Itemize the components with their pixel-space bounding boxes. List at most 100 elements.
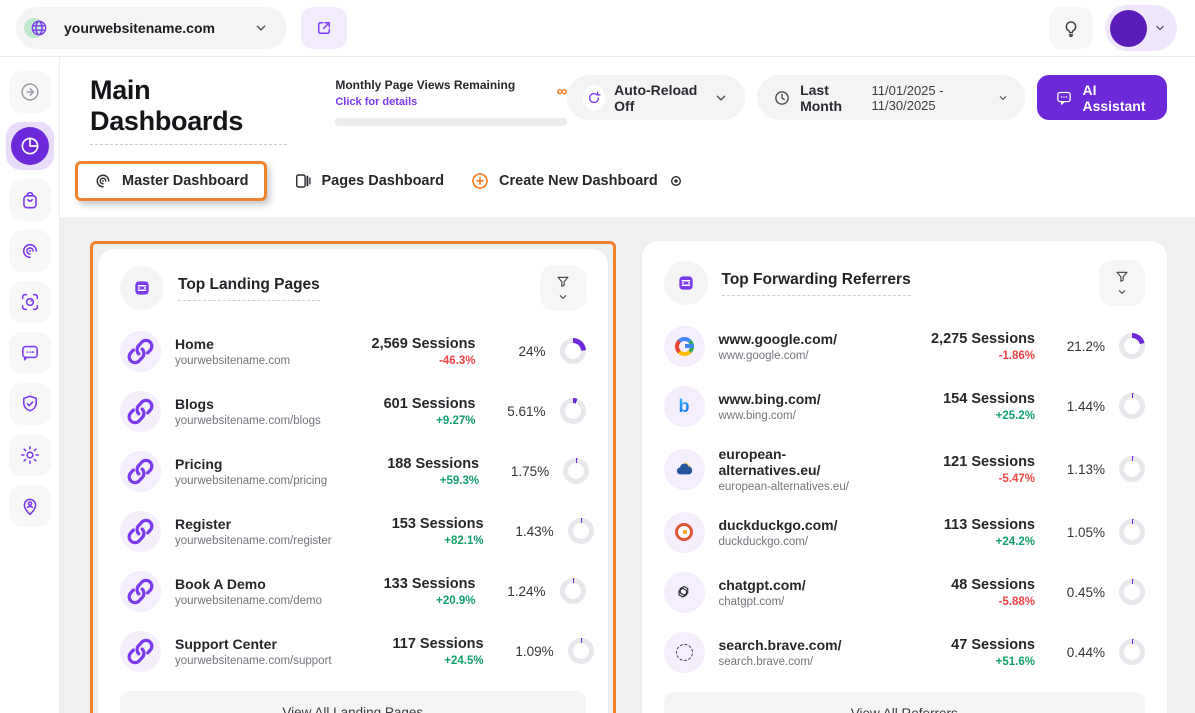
item-title: Support Center (175, 636, 332, 652)
item-subtitle: duckduckgo.com/ (719, 536, 884, 548)
bing-favicon: b (664, 386, 705, 427)
list-item[interactable]: search.brave.com/search.brave.com/47 Ses… (664, 622, 1146, 682)
date-range-picker[interactable]: Last Month 11/01/2025 - 11/30/2025 (757, 75, 1025, 120)
sidebar-item-behavior-spiral[interactable] (9, 230, 51, 272)
link-icon (120, 331, 161, 372)
list-item[interactable]: bwww.bing.com/www.bing.com/154 Sessions+… (664, 376, 1146, 436)
sidebar-item-ecommerce-bag[interactable] (9, 179, 51, 221)
change-percent: +24.5% (346, 655, 484, 667)
website-globe-icon (26, 15, 52, 41)
list-item[interactable]: Support Center yourwebsitename.com/suppor… (120, 621, 586, 681)
open-website-button[interactable] (301, 7, 347, 49)
link-icon (120, 451, 161, 492)
tab-label: Master Dashboard (122, 173, 249, 189)
donut-chart (560, 338, 586, 364)
link-icon (120, 511, 161, 552)
card-title: Top Landing Pages (178, 276, 320, 301)
tab-create-new-dashboard[interactable]: Create New Dashboard (470, 171, 683, 191)
sessions-count: 121 Sessions (897, 454, 1035, 470)
pageviews-details-link[interactable]: Click for details (335, 96, 417, 108)
view-all-referrers-button[interactable]: View All Referrers (664, 692, 1146, 713)
donut-chart (1119, 579, 1145, 605)
sidebar-item-location-pin[interactable] (9, 485, 51, 527)
website-selector[interactable]: yourwebsitename.com (16, 7, 287, 49)
external-link-icon (315, 19, 333, 37)
european-alternatives-favicon (664, 449, 705, 490)
brave-search-favicon (664, 632, 705, 673)
filter-button[interactable] (540, 265, 586, 311)
communication-chat-icon (19, 342, 41, 364)
share-percent: 21.2% (1049, 339, 1105, 354)
donut-chart (568, 518, 594, 544)
list-item[interactable]: Registeryourwebsitename.com/register153 … (120, 501, 586, 561)
ai-assistant-label: AI Assistant (1082, 82, 1149, 114)
list-item[interactable]: Blogsyourwebsitename.com/blogs601 Sessio… (120, 381, 586, 441)
view-all-landing-pages-button[interactable]: View All Landing Pages (120, 691, 586, 713)
change-percent: -5.88% (897, 596, 1035, 608)
annotation-box-landing-pages: Top Landing Pages Homeyourwebsitename.co… (90, 241, 616, 713)
chatgpt-favicon (664, 572, 705, 613)
item-title: european-alternatives.eu/ (719, 446, 884, 478)
period-range: 11/01/2025 - 11/30/2025 (872, 83, 989, 113)
donut-chart (1119, 639, 1145, 665)
change-percent: -1.86% (897, 350, 1035, 362)
item-title: Blogs (175, 396, 324, 412)
link-icon (120, 631, 161, 672)
filter-button[interactable] (1099, 260, 1145, 306)
item-title: www.bing.com/ (719, 391, 884, 407)
list-item[interactable]: Book A Demoyourwebsitename.com/demo133 S… (120, 561, 586, 621)
website-name: yourwebsitename.com (64, 20, 215, 36)
sidebar-item-communication-chat[interactable] (9, 332, 51, 374)
tips-button[interactable] (1049, 7, 1093, 49)
sidebar-item-panel-expand[interactable] (9, 71, 51, 113)
period-label: Last Month (800, 82, 862, 114)
card-title: Top Forwarding Referrers (722, 271, 911, 296)
item-title: chatgpt.com/ (719, 577, 884, 593)
auto-reload-dropdown[interactable]: Auto-Reload Off (567, 75, 745, 120)
ai-chat-icon (1055, 89, 1073, 107)
tab-pages-dashboard[interactable]: Pages Dashboard (293, 171, 445, 191)
lightbulb-icon (1061, 18, 1081, 38)
pageviews-remaining-title: Monthly Page Views Remaining (335, 78, 567, 92)
funnel-icon (1114, 269, 1130, 285)
sidebar-item-visitors-focus[interactable] (9, 281, 51, 323)
account-menu[interactable] (1105, 5, 1177, 51)
chevron-down-icon (1153, 21, 1167, 35)
visitors-focus-icon (19, 291, 41, 313)
donut-chart (560, 578, 586, 604)
sidebar-item-privacy-shield[interactable] (9, 383, 51, 425)
item-subtitle: yourwebsitename.com/support (175, 655, 332, 667)
item-title: search.brave.com/ (719, 637, 884, 653)
list-item[interactable]: Homeyourwebsitename.com2,569 Sessions-46… (120, 321, 586, 381)
sidebar-item-settings-gear[interactable] (9, 434, 51, 476)
item-subtitle: yourwebsitename.com (175, 355, 324, 367)
card-icon-wrap (664, 261, 708, 305)
list-item[interactable]: european-alternatives.eu/european-altern… (664, 436, 1146, 502)
ai-assistant-button[interactable]: AI Assistant (1037, 75, 1167, 120)
item-title: Pricing (175, 456, 327, 472)
tab-label: Create New Dashboard (499, 173, 658, 189)
share-percent: 1.24% (490, 584, 546, 599)
list-item[interactable]: duckduckgo.com/duckduckgo.com/113 Sessio… (664, 502, 1146, 562)
list-item[interactable]: Pricingyourwebsitename.com/pricing188 Se… (120, 441, 586, 501)
sessions-count: 2,275 Sessions (897, 331, 1035, 347)
sidebar-item-dashboards-pie[interactable] (6, 122, 54, 170)
list-item[interactable]: chatgpt.com/chatgpt.com/48 Sessions-5.88… (664, 562, 1146, 622)
page-header: Main Dashboards Monthly Page Views Remai… (60, 57, 1195, 217)
top-bar: yourwebsitename.com (0, 0, 1195, 57)
card-icon-wrap (120, 266, 164, 310)
sidebar (0, 57, 60, 713)
tab-master-dashboard[interactable]: Master Dashboard (93, 171, 249, 191)
item-subtitle: www.google.com/ (719, 350, 884, 362)
sessions-count: 133 Sessions (338, 576, 476, 592)
item-subtitle: yourwebsitename.com/pricing (175, 475, 327, 487)
share-percent: 1.44% (1049, 399, 1105, 414)
item-title: Register (175, 516, 332, 532)
landing-pages-list: Homeyourwebsitename.com2,569 Sessions-46… (120, 321, 586, 681)
list-item[interactable]: www.google.com/www.google.com/2,275 Sess… (664, 316, 1146, 376)
share-percent: 5.61% (490, 404, 546, 419)
chevron-down-icon (997, 92, 1009, 104)
plus-circle-icon (470, 171, 490, 191)
link-icon (120, 391, 161, 432)
page-title: Main Dashboards (90, 75, 287, 145)
